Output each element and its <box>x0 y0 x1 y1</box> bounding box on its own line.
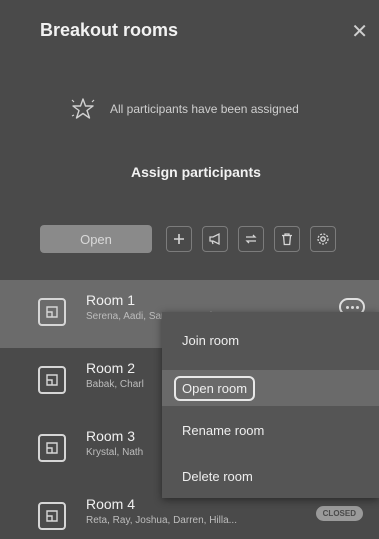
room-name: Room 1 <box>86 292 136 308</box>
assignment-status-text: All participants have been assigned <box>110 102 299 116</box>
open-rooms-button[interactable]: Open <box>40 225 152 253</box>
menu-item-delete-room[interactable]: Delete room <box>162 458 379 494</box>
menu-item-join-room[interactable]: Join room <box>162 322 379 358</box>
room-icon <box>38 366 66 394</box>
star-icon <box>71 98 95 119</box>
room-icon <box>38 298 66 326</box>
rooms-toolbar: Open <box>40 225 345 253</box>
menu-item-open-room[interactable]: Open room <box>162 370 379 406</box>
room-icon <box>38 434 66 462</box>
plus-icon <box>174 234 184 244</box>
close-icon[interactable]: ✕ <box>351 20 368 44</box>
room-participants: Reta, Ray, Joshua, Darren, Hilla... <box>86 515 237 526</box>
megaphone-icon <box>209 232 220 246</box>
panel-header: Breakout rooms ✕ <box>40 20 370 48</box>
menu-item-rename-room[interactable]: Rename room <box>162 412 379 448</box>
breakout-rooms-panel: Breakout rooms ✕ All participants have b… <box>0 0 379 539</box>
refresh-icon <box>245 234 257 244</box>
room-name: Room 2 <box>86 360 136 376</box>
recreate-rooms-button[interactable] <box>238 226 264 252</box>
trash-icon <box>282 233 292 246</box>
room-name: Room 3 <box>86 428 136 444</box>
announcement-button[interactable] <box>202 226 228 252</box>
assign-participants-button[interactable]: Assign participants <box>131 164 261 180</box>
room-icon <box>38 502 66 530</box>
add-room-button[interactable] <box>166 226 192 252</box>
delete-rooms-button[interactable] <box>274 226 300 252</box>
settings-button[interactable] <box>310 226 336 252</box>
assignment-status: All participants have been assigned <box>70 96 299 122</box>
room-name: Room 4 <box>86 496 136 512</box>
panel-title: Breakout rooms <box>40 20 179 40</box>
room-context-menu: Join room Open room Rename room Delete r… <box>162 312 379 498</box>
gear-icon <box>317 233 329 245</box>
room-status-badge: CLOSED <box>315 506 363 521</box>
